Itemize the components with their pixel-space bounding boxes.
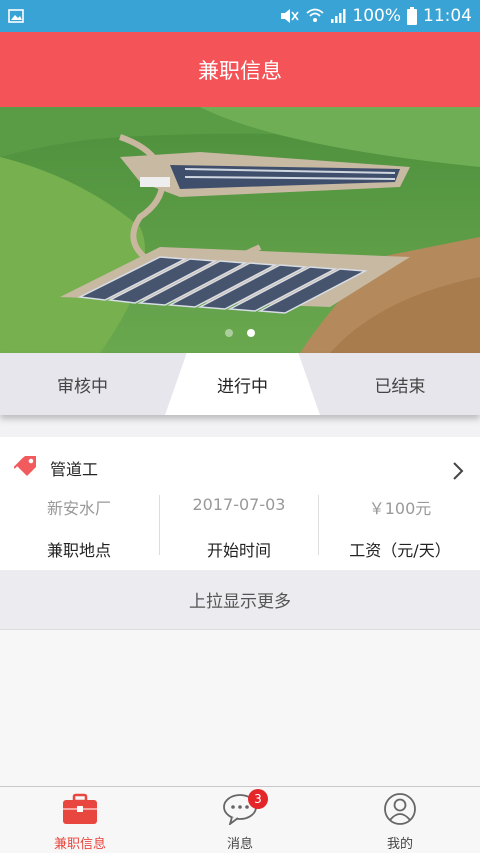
nav-mine[interactable]: 我的 [320, 787, 480, 853]
job-start-date: 2017-07-03 [192, 495, 286, 514]
job-start-label: 开始时间 [206, 541, 271, 560]
job-location-label: 兼职地点 [46, 541, 111, 560]
nav-label: 我的 [386, 837, 413, 852]
carousel-dot-active[interactable] [247, 329, 255, 337]
battery-icon [407, 7, 417, 25]
nav-label: 消息 [226, 837, 253, 852]
carousel-indicator [0, 329, 480, 337]
tab-in-progress[interactable]: 进行中 [165, 353, 320, 415]
divider [318, 495, 319, 555]
job-salary-label: 工资（元/天） [349, 541, 451, 560]
farm-aerial-photo [0, 107, 480, 353]
status-bar: 100% 11:04 [0, 0, 480, 32]
tab-reviewing[interactable]: 审核中 [0, 353, 165, 415]
status-tabs: 审核中 进行中 已结束 [0, 353, 480, 415]
job-salary: ￥100元 [368, 499, 432, 518]
briefcase-icon [62, 791, 98, 827]
message-count-badge: 3 [248, 789, 268, 809]
nav-part-time-jobs[interactable]: 兼职信息 [0, 787, 160, 853]
job-location: 新安水厂 [46, 499, 111, 518]
page-title: 兼职信息 [198, 58, 282, 83]
load-more-button[interactable]: 上拉显示更多 [0, 570, 480, 630]
job-title: 管道工 [50, 460, 99, 479]
chevron-right-icon[interactable] [452, 461, 464, 485]
carousel-dot[interactable] [225, 329, 233, 337]
nav-messages[interactable]: 3 消息 [160, 787, 320, 853]
job-card[interactable]: 管道工 新安水厂 兼职地点 2017-07-03 开始时间 ￥100元 工资（元… [0, 437, 480, 570]
mute-icon [278, 8, 300, 24]
bottom-nav: 兼职信息 3 消息 我的 [0, 786, 480, 853]
tab-finished[interactable]: 已结束 [320, 353, 480, 415]
banner-carousel[interactable] [0, 107, 480, 353]
wifi-icon [306, 8, 324, 24]
battery-percent: 100% [352, 6, 401, 26]
nav-label: 兼职信息 [53, 837, 106, 852]
user-icon [382, 791, 418, 827]
page-header: 兼职信息 [0, 32, 480, 107]
gallery-icon [8, 9, 24, 23]
signal-icon [330, 8, 346, 24]
empty-area [0, 630, 480, 786]
clock: 11:04 [423, 6, 472, 26]
tag-icon [13, 455, 38, 481]
